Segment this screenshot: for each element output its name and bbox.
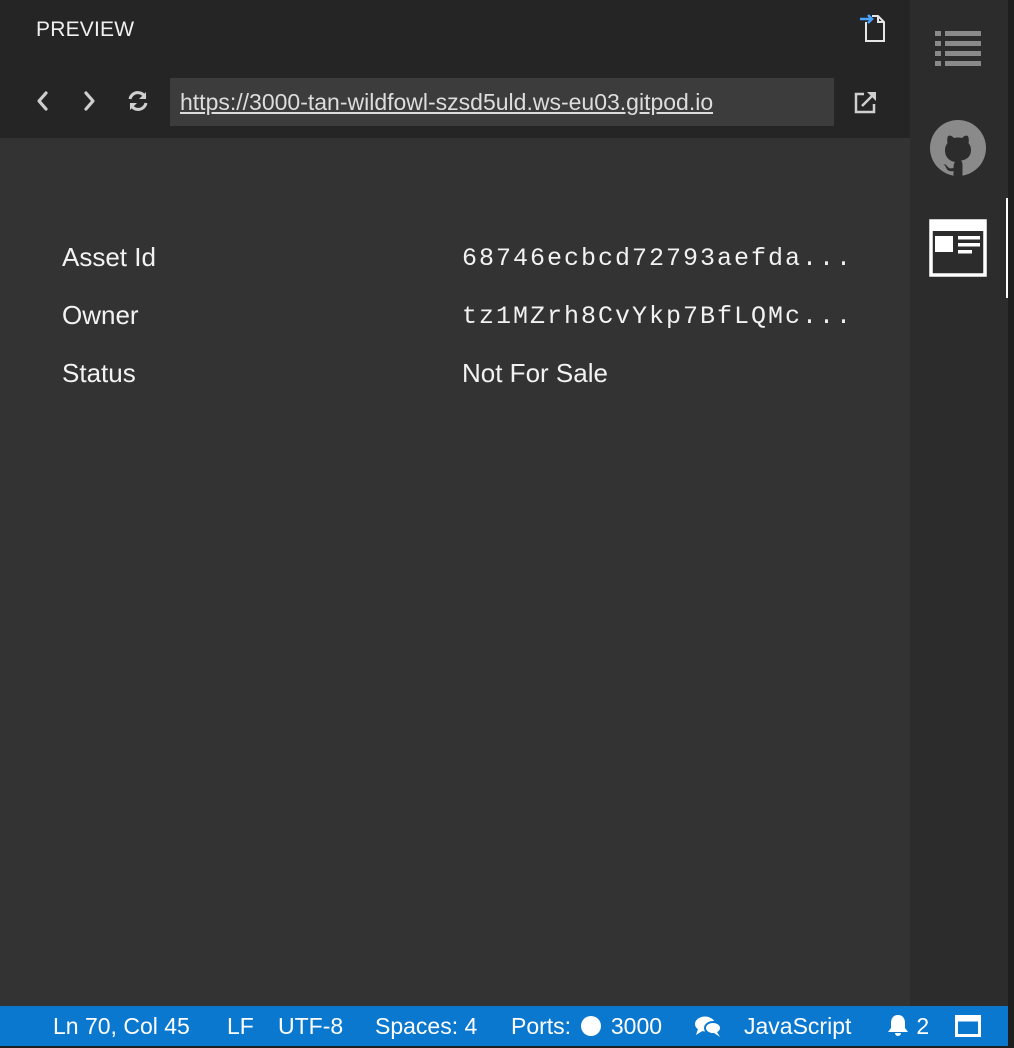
status-bar: Ln 70, Col 45 LF UTF-8 Spaces: 4 Ports: … <box>0 1006 1008 1046</box>
indentation[interactable]: Spaces: 4 <box>375 1013 477 1040</box>
list-icon <box>935 31 981 66</box>
bell-icon <box>888 1015 908 1036</box>
window-edge <box>1008 0 1014 1048</box>
ports-label: Ports: <box>511 1013 572 1039</box>
url-text: https://3000-tan-wildfowl-szsd5uld.ws-eu… <box>180 88 714 115</box>
layout-toggle-button[interactable] <box>955 1015 981 1043</box>
browser-preview-icon <box>929 219 987 277</box>
back-button[interactable] <box>28 86 58 116</box>
open-to-side-icon[interactable] <box>858 12 888 44</box>
ports-status[interactable]: Ports: 3000 <box>511 1013 662 1040</box>
status-row: Status Not For Sale <box>62 358 862 398</box>
github-view-button[interactable] <box>928 118 988 178</box>
refresh-button[interactable] <box>123 86 153 116</box>
notification-count: 2 <box>916 1013 930 1039</box>
chevron-right-icon <box>84 91 95 111</box>
chat-icon <box>695 1016 722 1037</box>
asset-id-row: Asset Id 68746ecbcd72793aefda... <box>62 242 862 282</box>
language-mode[interactable]: JavaScript <box>744 1013 851 1040</box>
preview-content: Asset Id 68746ecbcd72793aefda... Owner t… <box>0 138 910 1006</box>
owner-row: Owner tz1MZrh8CvYkp7BfLQMc... <box>62 300 862 340</box>
port-circle-icon <box>581 1016 602 1036</box>
end-of-line[interactable]: LF <box>227 1013 254 1040</box>
activity-bar <box>910 0 1008 1006</box>
outline-view-button[interactable] <box>928 18 988 78</box>
forward-button[interactable] <box>74 86 104 116</box>
notifications-button[interactable]: 2 <box>886 1013 929 1040</box>
cursor-position[interactable]: Ln 70, Col 45 <box>53 1013 190 1040</box>
github-icon <box>930 120 986 176</box>
preview-view-button[interactable] <box>928 218 988 278</box>
chevron-left-icon <box>37 91 48 111</box>
preview-title: PREVIEW <box>36 18 135 41</box>
external-link-icon <box>854 92 876 114</box>
status-label: Status <box>62 358 136 388</box>
file-encoding[interactable]: UTF-8 <box>278 1013 343 1040</box>
feedback-button[interactable] <box>694 1014 722 1044</box>
status-value: Not For Sale <box>462 358 608 388</box>
asset-id-label: Asset Id <box>62 242 156 272</box>
port-number: 3000 <box>610 1013 663 1039</box>
panel-layout-icon <box>955 1015 981 1037</box>
owner-value: tz1MZrh8CvYkp7BfLQMc... <box>462 302 854 331</box>
url-input[interactable]: https://3000-tan-wildfowl-szsd5uld.ws-eu… <box>170 78 834 126</box>
asset-id-value: 68746ecbcd72793aefda... <box>462 244 854 273</box>
refresh-icon <box>128 91 148 111</box>
owner-label: Owner <box>62 300 139 330</box>
open-in-browser-button[interactable] <box>852 88 880 116</box>
preview-header: PREVIEW https://3000-tan-wildfowl-szsd5u… <box>0 0 910 138</box>
